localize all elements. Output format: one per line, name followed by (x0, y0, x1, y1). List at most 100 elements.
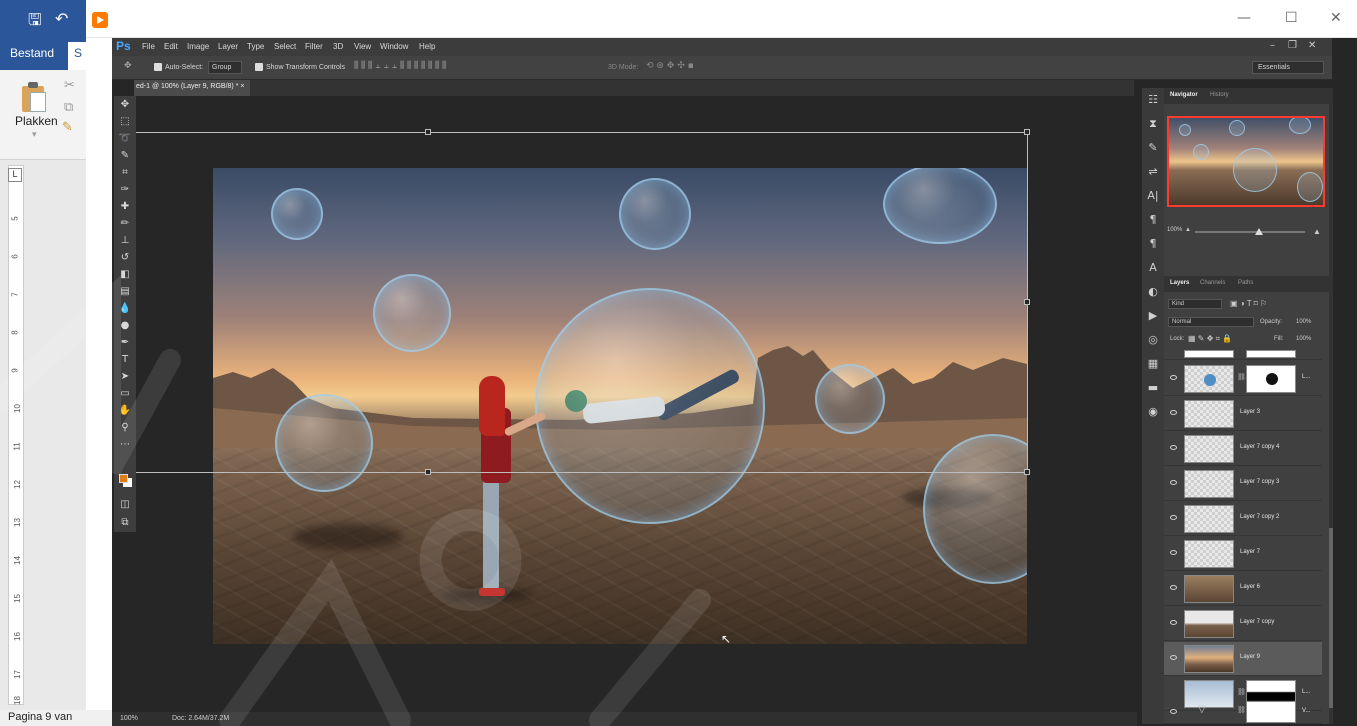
type-tool-icon[interactable]: T (114, 351, 136, 368)
color-icon[interactable]: ◐ (1142, 280, 1164, 304)
layer-name[interactable]: Layer 6 (1240, 584, 1260, 590)
visibility-eye-icon[interactable] (1170, 515, 1177, 520)
quick-select-tool-icon[interactable]: ✎ (114, 147, 136, 164)
visibility-eye-icon[interactable] (1170, 550, 1177, 555)
menu-help[interactable]: Help (419, 42, 435, 51)
properties-icon[interactable]: ☷ (1142, 88, 1164, 112)
show-transform-checkbox[interactable] (255, 63, 263, 71)
history-icon[interactable]: ⧗ (1142, 112, 1164, 136)
layer-mask-thumbnail[interactable] (1246, 701, 1296, 723)
layer-row[interactable]: Layer 7 copy (1164, 607, 1322, 641)
zoom-out-icon[interactable]: ▲ (1185, 227, 1191, 233)
zoom-slider-knob[interactable] (1255, 228, 1263, 235)
tab-channels[interactable]: Channels (1200, 280, 1225, 286)
menu-layer[interactable]: Layer (218, 42, 238, 51)
navigator-zoom-value[interactable]: 100% (1167, 227, 1182, 233)
document-close-icon[interactable]: × (240, 83, 244, 90)
filter-icons[interactable]: ▣ ◑ T ⌑ ⚐ (1230, 299, 1267, 308)
character-styles-icon[interactable]: A (1142, 256, 1164, 280)
layer-name[interactable]: Layer 9 (1240, 654, 1260, 660)
shape-tool-icon[interactable]: ▭ (114, 385, 136, 402)
undo-icon[interactable]: ↶ (55, 9, 68, 29)
layer-name[interactable]: Layer 7 copy 4 (1240, 444, 1279, 450)
copy-icon[interactable]: ⧉ (64, 100, 73, 115)
format-painter-icon[interactable]: ✎ (62, 120, 73, 135)
zoom-slider[interactable] (1195, 231, 1305, 233)
screen-mode-icon[interactable]: ⧉ (114, 514, 136, 531)
ps-minimize-icon[interactable]: – (1270, 40, 1275, 51)
character-icon[interactable]: A| (1142, 184, 1164, 208)
menu-file[interactable]: File (142, 42, 155, 51)
mask-link-icon[interactable]: ⛓ (1237, 688, 1246, 696)
maximize-button[interactable]: ☐ (1285, 10, 1298, 26)
adjustments-icon[interactable]: ⇌ (1142, 160, 1164, 184)
styles-icon[interactable]: ◎ (1142, 328, 1164, 352)
fill-value[interactable]: 100% (1296, 336, 1311, 342)
move-tool-icon[interactable]: ✥ (114, 96, 136, 113)
auto-select-checkbox[interactable] (154, 63, 162, 71)
layer-row-partial[interactable] (1164, 350, 1322, 360)
layer-name[interactable]: Layer 7 copy 2 (1240, 514, 1279, 520)
layer-name[interactable]: V... (1302, 708, 1310, 714)
paste-label[interactable]: Plakken (15, 114, 58, 128)
path-select-tool-icon[interactable]: ➤ (114, 368, 136, 385)
libraries-icon[interactable]: ▬ (1142, 376, 1164, 400)
layer-row[interactable]: ▽ ⛓ V... (1164, 700, 1322, 724)
page-count[interactable]: Pagina 9 van (8, 711, 72, 723)
menu-filter[interactable]: Filter (305, 42, 323, 51)
tab-navigator[interactable]: Navigator (1170, 92, 1198, 98)
document-tab[interactable]: ed-1 @ 100% (Layer 9, RGB/8) * × (134, 80, 251, 96)
menu-3d[interactable]: 3D (333, 42, 343, 51)
layer-row-selected[interactable]: Layer 9 (1164, 642, 1322, 676)
layer-row[interactable]: Layer 7 (1164, 537, 1322, 571)
document-canvas[interactable] (213, 168, 1027, 644)
move-tool-icon[interactable]: ✥ (124, 61, 132, 71)
close-button[interactable]: ✕ (1330, 10, 1342, 26)
cut-icon[interactable]: ✂ (64, 78, 75, 93)
eyedropper-tool-icon[interactable]: ✑ (114, 181, 136, 198)
paragraph-styles-icon[interactable]: ¶ (1142, 232, 1164, 256)
ps-restore-icon[interactable]: ❐ (1288, 40, 1297, 51)
3d-panel-icon[interactable]: ◉ (1142, 400, 1164, 424)
visibility-eye-icon[interactable] (1170, 410, 1177, 415)
menu-select[interactable]: Select (274, 42, 296, 51)
visibility-eye-icon[interactable] (1170, 375, 1177, 380)
menu-edit[interactable]: Edit (164, 42, 178, 51)
layer-name[interactable]: L... (1302, 689, 1310, 695)
transform-handle[interactable] (425, 469, 431, 475)
ps-close-icon[interactable]: ✕ (1308, 40, 1316, 51)
menu-type[interactable]: Type (247, 42, 264, 51)
foreground-color-swatch[interactable] (119, 474, 128, 483)
more-tools-icon[interactable]: ⋯ (114, 436, 136, 453)
transform-handle[interactable] (1024, 469, 1030, 475)
tab-history[interactable]: History (1210, 92, 1229, 98)
crop-tool-icon[interactable]: ⌗ (114, 164, 136, 181)
layer-row[interactable]: Layer 7 copy 3 (1164, 467, 1322, 501)
blur-tool-icon[interactable]: 💧 (114, 300, 136, 317)
visibility-eye-icon[interactable] (1170, 709, 1177, 714)
actions-icon[interactable]: ▶ (1142, 304, 1164, 328)
menu-window[interactable]: Window (380, 42, 408, 51)
gradient-tool-icon[interactable]: ▤ (114, 283, 136, 300)
layer-name[interactable]: Layer 7 copy 3 (1240, 479, 1279, 485)
tab-layers[interactable]: Layers (1170, 280, 1189, 286)
layer-row[interactable]: Layer 3 (1164, 397, 1322, 431)
mask-link-icon[interactable]: ⛓ (1237, 373, 1246, 381)
minimize-button[interactable]: — (1237, 10, 1251, 26)
layers-scrollbar[interactable] (1329, 88, 1333, 724)
marquee-tool-icon[interactable]: ⬚ (114, 113, 136, 130)
visibility-eye-icon[interactable] (1170, 445, 1177, 450)
menu-image[interactable]: Image (187, 42, 209, 51)
mask-link-icon[interactable]: ⛓ (1237, 706, 1246, 714)
zoom-in-icon[interactable]: ▲ (1313, 227, 1321, 236)
tab-start[interactable]: S (68, 42, 89, 70)
eraser-tool-icon[interactable]: ◧ (114, 266, 136, 283)
brush-panel-icon[interactable]: ✎ (1142, 136, 1164, 160)
save-icon[interactable]: 🖫 (28, 9, 42, 36)
hand-tool-icon[interactable]: ✋ (114, 402, 136, 419)
brush-tool-icon[interactable]: ✏ (114, 215, 136, 232)
layer-name[interactable]: Layer 7 (1240, 549, 1260, 555)
3d-mode-icons[interactable]: ⟲ ⊛ ✥ ✣ ▪ (646, 61, 694, 71)
layer-row[interactable]: Layer 6 (1164, 572, 1322, 606)
lasso-tool-icon[interactable]: ➰ (114, 130, 136, 147)
